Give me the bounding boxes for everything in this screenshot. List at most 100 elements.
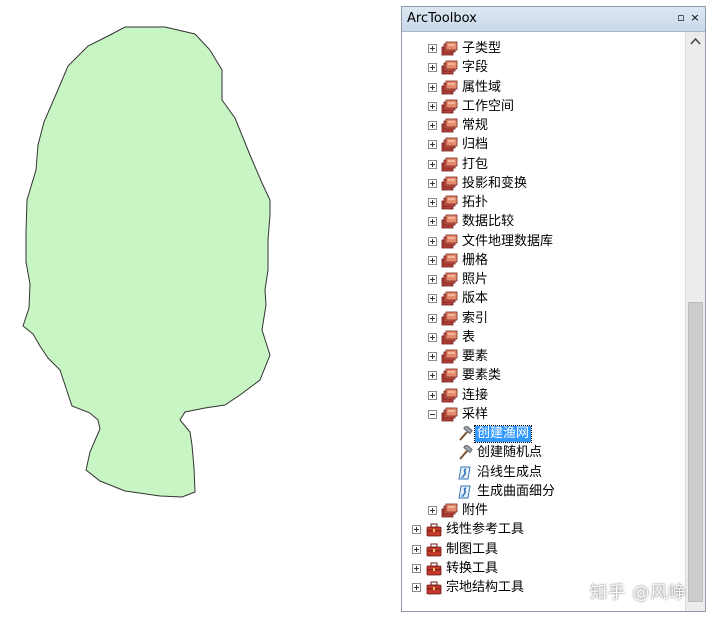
tree-item-label: 转换工具 (446, 560, 499, 576)
tree-item[interactable]: 属性域 (402, 79, 685, 98)
tree-item[interactable]: 工作空间 (402, 98, 685, 117)
tree-item[interactable]: 照片 (402, 271, 685, 290)
expand-plus-icon[interactable] (428, 506, 437, 515)
expand-plus-icon[interactable] (428, 255, 437, 265)
expand-plus-icon[interactable] (428, 140, 437, 150)
expand-plus-icon[interactable] (428, 371, 437, 381)
tree-item[interactable]: 制图工具 (402, 541, 685, 560)
expand-plus-icon[interactable] (428, 178, 437, 188)
tree-item-label: 数据比较 (462, 214, 515, 230)
tree-item[interactable]: 要素类 (402, 367, 685, 386)
tree-item[interactable]: 线性参考工具 (402, 521, 685, 540)
expand-plus-icon[interactable] (428, 275, 437, 284)
expand-plus-icon[interactable] (428, 82, 437, 92)
tree-item[interactable]: 常规 (402, 117, 685, 136)
toolset-icon (441, 388, 459, 404)
expand-plus-icon[interactable] (428, 101, 437, 111)
expand-plus-icon[interactable] (412, 525, 421, 535)
polygon-feature[interactable] (22, 26, 271, 498)
scroll-up-icon[interactable] (690, 37, 701, 45)
toolset-icon (441, 214, 459, 230)
toolset-icon (441, 291, 459, 307)
expand-plus-icon[interactable] (428, 236, 437, 246)
expand-plus-icon[interactable] (428, 44, 437, 53)
expand-plus-icon[interactable] (428, 332, 437, 342)
map-view[interactable] (0, 0, 400, 619)
tree-item[interactable]: 采样 (402, 406, 685, 425)
close-icon[interactable]: × (689, 12, 701, 24)
tree-item[interactable]: 投影和变换 (402, 175, 685, 194)
expand-plus-icon[interactable] (412, 544, 421, 554)
tree-item-label: 照片 (462, 272, 489, 287)
tree-item-label: 归档 (462, 137, 489, 153)
expand-plus-icon[interactable] (428, 352, 437, 361)
tree-item[interactable]: 生成曲面细分 (402, 483, 685, 502)
tree-item[interactable]: 附件 (402, 502, 685, 521)
tree-item[interactable]: 创建随机点 (402, 444, 685, 463)
tree-item[interactable]: 子类型 (402, 40, 685, 59)
tree-item-label: 线性参考工具 (446, 522, 525, 538)
tree-item-label: 采样 (462, 406, 489, 422)
tree-item-label: 属性域 (462, 79, 502, 95)
tree-item[interactable]: 文件地理数据库 (402, 233, 685, 252)
map-canvas[interactable] (0, 0, 400, 619)
tree-item-label: 字段 (462, 60, 489, 76)
scrollbar-thumb[interactable] (688, 302, 703, 602)
tree-item-label: 打包 (462, 156, 489, 172)
tree-item[interactable]: 创建渔网 (402, 425, 685, 444)
arctoolbox-title-bar[interactable]: ArcToolbox ▫ × (402, 7, 705, 32)
maximize-icon[interactable]: ▫ (675, 12, 687, 24)
tree-item-label: 常规 (462, 118, 489, 133)
tree-item[interactable]: 要素 (402, 348, 685, 367)
tree-item-label: 生成曲面细分 (477, 483, 556, 499)
tree-item-label: 子类型 (462, 41, 502, 56)
tree-item[interactable]: 字段 (402, 59, 685, 78)
tree-scrollbar[interactable] (685, 32, 705, 611)
toolbox-icon (425, 542, 443, 558)
tree-item-label: 宗地结构工具 (446, 580, 525, 595)
tree-item[interactable]: 转换工具 (402, 560, 685, 579)
tree-item[interactable]: 表 (402, 329, 685, 348)
toolset-icon (441, 80, 459, 96)
toolset-icon (441, 118, 459, 134)
tree-item[interactable]: 归档 (402, 136, 685, 155)
expand-plus-icon[interactable] (428, 390, 437, 400)
toolbox-tree[interactable]: 子类型字段属性域工作空间 常规归档打包投影和变换 拓扑 数据比较文件地理数据库栅格 照片… (402, 32, 685, 611)
toolbox-icon (425, 580, 443, 596)
tree-item-label: 制图工具 (446, 541, 499, 557)
expand-plus-icon[interactable] (428, 198, 437, 207)
toolset-icon (441, 407, 459, 423)
tree-item[interactable]: 打包 (402, 156, 685, 175)
expand-plus-icon[interactable] (428, 313, 437, 323)
expand-plus-icon[interactable] (428, 217, 437, 227)
tree-item[interactable]: 索引 (402, 310, 685, 329)
tree-item-label: 表 (462, 329, 476, 345)
tree-item[interactable]: 连接 (402, 387, 685, 406)
expand-plus-icon[interactable] (412, 563, 421, 573)
tree-item-label: 连接 (462, 387, 489, 403)
expand-plus-icon[interactable] (428, 159, 437, 169)
toolset-icon (441, 368, 459, 384)
expand-plus-icon[interactable] (412, 583, 421, 592)
toolset-icon (441, 311, 459, 327)
tree-item[interactable]: 数据比较 (402, 213, 685, 232)
expand-plus-icon[interactable] (428, 63, 437, 73)
tree-item[interactable]: 沿线生成点 (402, 464, 685, 483)
toolset-icon (441, 253, 459, 269)
toolset-icon (441, 503, 459, 519)
tree-item[interactable]: 版本 (402, 290, 685, 309)
script-tool-icon (456, 484, 474, 500)
toolset-icon (441, 330, 459, 346)
toolset-icon (441, 272, 459, 288)
tree-item-label: 创建随机点 (477, 445, 543, 461)
tree-item-label: 索引 (462, 310, 489, 326)
expand-plus-icon[interactable] (428, 294, 437, 304)
toolset-icon (441, 176, 459, 192)
collapse-minus-icon[interactable] (428, 409, 437, 419)
tree-item-label: 版本 (462, 291, 489, 307)
toolbox-icon (425, 522, 443, 538)
tree-item[interactable]: 拓扑 (402, 194, 685, 213)
expand-plus-icon[interactable] (428, 121, 437, 130)
tree-item[interactable]: 栅格 (402, 252, 685, 271)
tree-item-label: 文件地理数据库 (462, 233, 554, 249)
